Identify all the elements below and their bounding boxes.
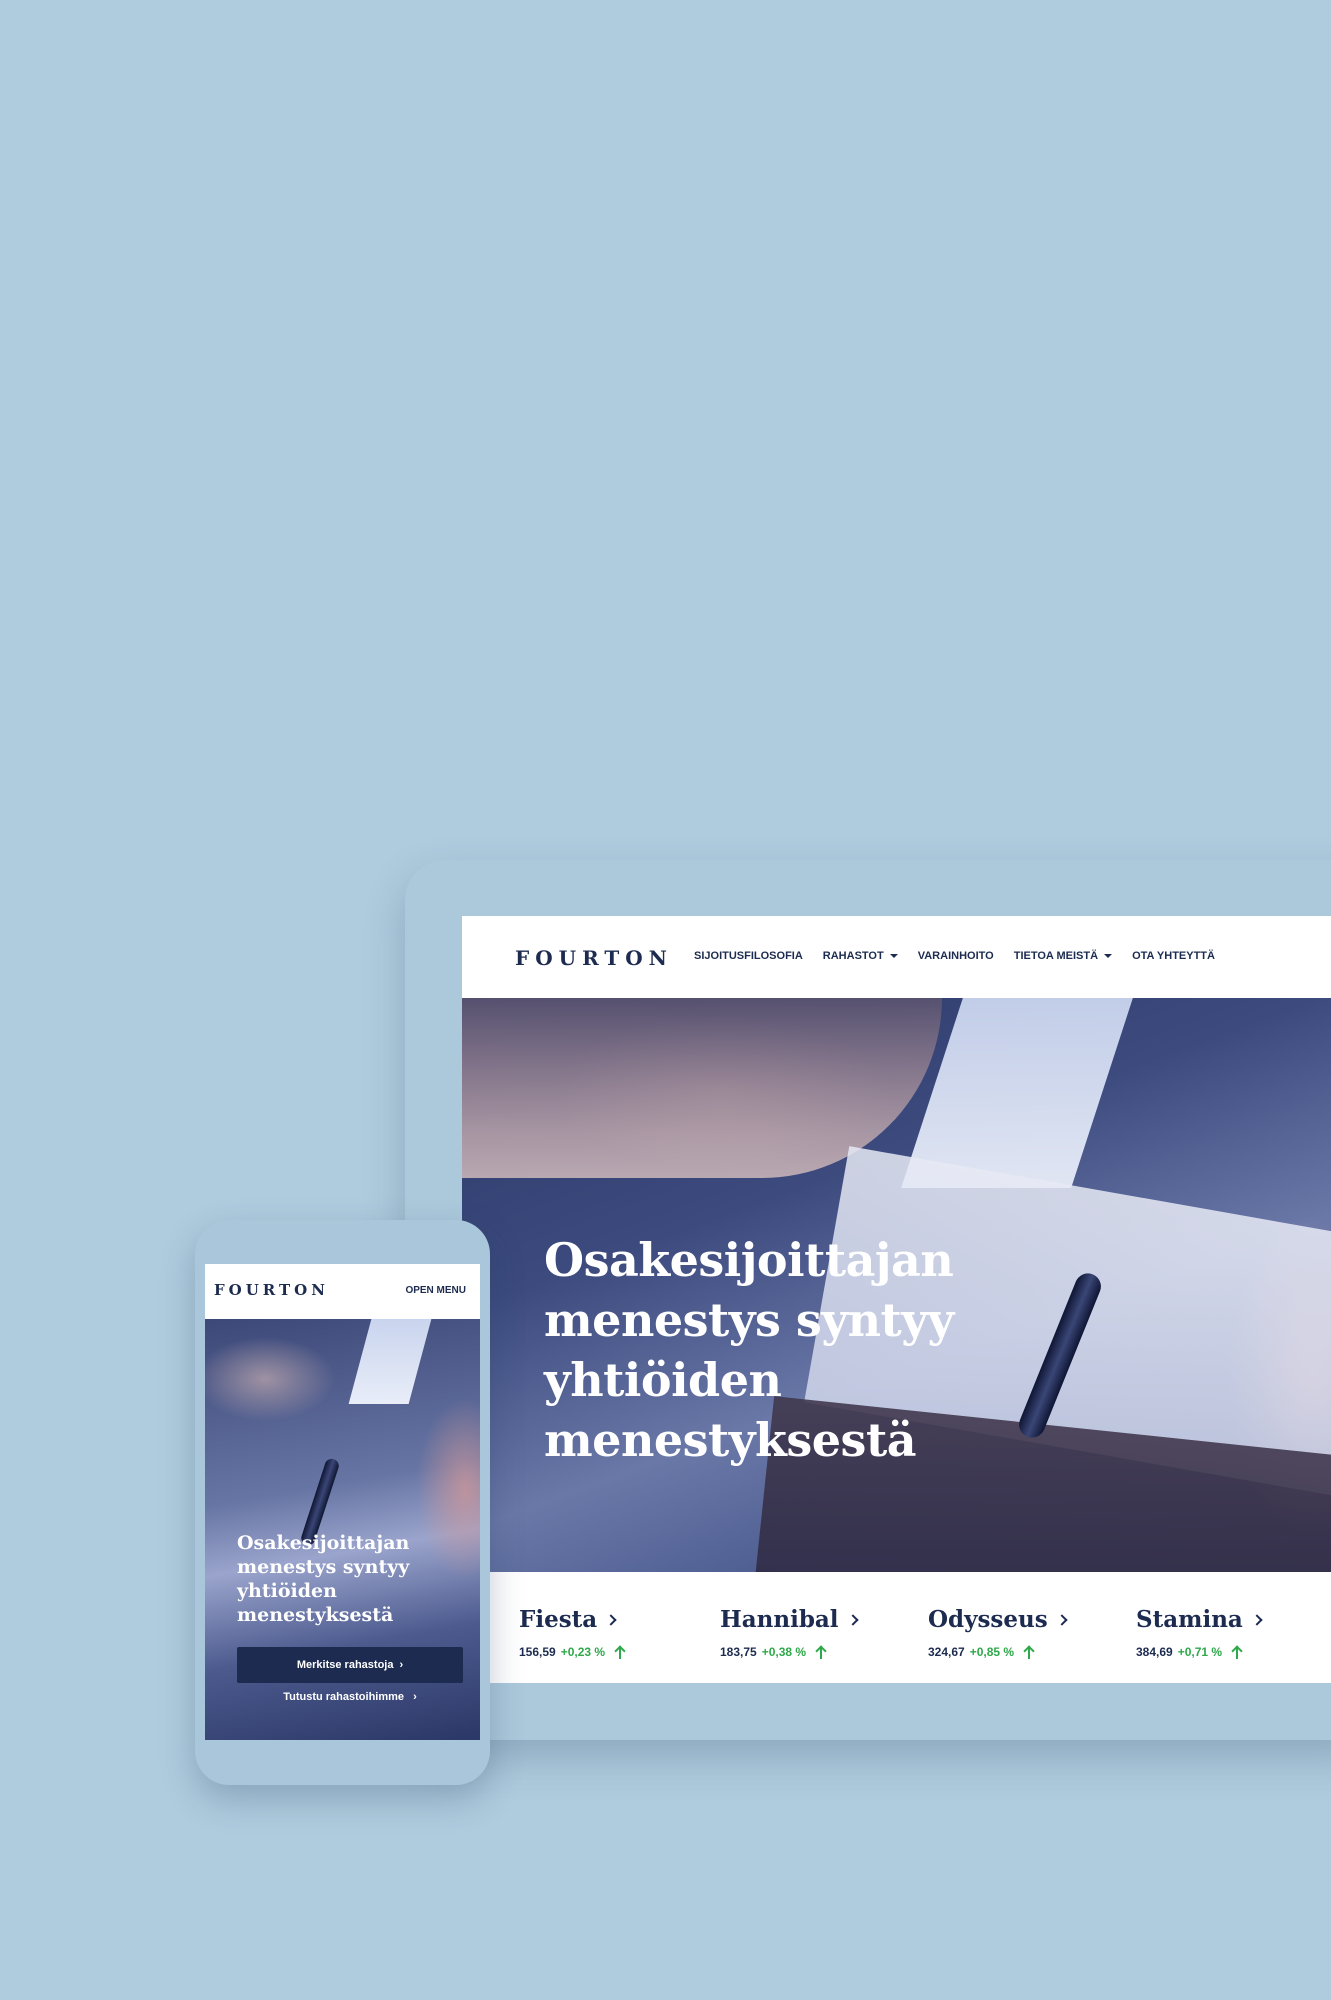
- fund-price: 183,75: [720, 1645, 757, 1659]
- fund-name-text: Fiesta: [519, 1606, 598, 1633]
- arrow-up-icon: [1023, 1645, 1035, 1659]
- chevron-right-icon: [1056, 1613, 1068, 1626]
- fund-name-text: Hannibal: [720, 1606, 839, 1633]
- mobile-logo[interactable]: FOURTON: [214, 1281, 329, 1299]
- merkitse-rahastoja-button[interactable]: Merkitse rahastoja ›: [237, 1647, 463, 1683]
- desktop-logo[interactable]: FOURTON: [515, 946, 673, 970]
- caret-down-icon: [889, 954, 898, 958]
- fund-change: +0,85 %: [969, 1645, 1015, 1659]
- nav-item-label: RAHASTOT: [822, 950, 884, 962]
- link-label: Tutustu rahastoihimme: [283, 1691, 405, 1703]
- fund-item-odysseus[interactable]: Odysseus 324,67 +0,85 %: [928, 1606, 1068, 1659]
- arrow-up-icon: [1231, 1645, 1243, 1659]
- caret-down-icon: [1104, 954, 1113, 958]
- fund-name: Odysseus: [928, 1606, 1068, 1633]
- nav-item-label: OTA YHTEYTTÄ: [1132, 950, 1215, 962]
- fund-name-text: Odysseus: [928, 1606, 1048, 1633]
- nav-item-tietoa-meista[interactable]: TIETOA MEISTÄ: [1013, 950, 1113, 962]
- arrow-up-icon: [614, 1645, 626, 1659]
- fund-item-stamina[interactable]: Stamina 384,69 +0,71 %: [1136, 1606, 1263, 1659]
- nav-item-rahastot[interactable]: RAHASTOT: [823, 950, 898, 962]
- fund-stats: 384,69 +0,71 %: [1136, 1645, 1261, 1659]
- mobile-hero-title: Osakesijoittajan menestys syntyy yhtiöid…: [237, 1532, 410, 1626]
- fund-item-hannibal[interactable]: Hannibal 183,75 +0,38 %: [720, 1606, 859, 1659]
- mobile-screen: FOURTON OPEN MENU Osakesijoittajan menes…: [205, 1264, 480, 1740]
- fund-item-fiesta[interactable]: Fiesta 156,59 +0,23 %: [519, 1606, 626, 1659]
- nav-item-varainhoito[interactable]: VARAINHOITO: [918, 950, 994, 962]
- fund-price: 324,67: [928, 1645, 965, 1659]
- fund-price: 384,69: [1136, 1645, 1173, 1659]
- fund-price: 156,59: [519, 1645, 556, 1659]
- fund-ticker: Fiesta 156,59 +0,23 % Hannibal 183,75 +0…: [462, 1572, 1331, 1683]
- fund-name: Fiesta: [519, 1606, 626, 1633]
- hero-photo-shirt-cuff: [348, 1319, 432, 1404]
- nav-item-label: TIETOA MEISTÄ: [1013, 950, 1099, 962]
- nav-item-label: VARAINHOITO: [917, 950, 994, 962]
- chevron-right-icon: [605, 1613, 617, 1626]
- nav-item-ota-yhteytta[interactable]: OTA YHTEYTTÄ: [1132, 950, 1215, 962]
- arrow-up-icon: [815, 1645, 827, 1659]
- fund-stats: 183,75 +0,38 %: [720, 1645, 857, 1659]
- desktop-header: FOURTON SIJOITUSFILOSOFIA RAHASTOT VARAI…: [462, 916, 1331, 998]
- desktop-hero-image: Osakesijoittajan menestys syntyy yhtiöid…: [462, 998, 1331, 1572]
- fund-stats: 156,59 +0,23 %: [519, 1645, 626, 1659]
- button-label: Merkitse rahastoja: [296, 1659, 394, 1671]
- open-menu-button[interactable]: OPEN MENU: [405, 1285, 466, 1296]
- nav-item-label: SIJOITUSFILOSOFIA: [694, 950, 803, 962]
- desktop-screen: FOURTON SIJOITUSFILOSOFIA RAHASTOT VARAI…: [462, 916, 1331, 1683]
- chevron-right-icon: ›: [399, 1659, 404, 1671]
- chevron-right-icon: ›: [413, 1691, 417, 1703]
- desktop-nav: SIJOITUSFILOSOFIA RAHASTOT VARAINHOITO T…: [694, 950, 1215, 962]
- fund-name: Hannibal: [720, 1606, 859, 1633]
- tutustu-rahastoihimme-link[interactable]: Tutustu rahastoihimme ›: [237, 1691, 463, 1703]
- fund-change: +0,38 %: [761, 1645, 807, 1659]
- chevron-right-icon: [1251, 1613, 1263, 1626]
- fund-name-text: Stamina: [1136, 1606, 1243, 1633]
- fund-change: +0,71 %: [1177, 1645, 1223, 1659]
- fund-name: Stamina: [1136, 1606, 1263, 1633]
- chevron-right-icon: [846, 1613, 859, 1626]
- nav-item-sijoitusfilosofia[interactable]: SIJOITUSFILOSOFIA: [694, 950, 803, 962]
- fund-change: +0,23 %: [560, 1645, 606, 1659]
- mobile-hero-image: Osakesijoittajan menestys syntyy yhtiöid…: [205, 1319, 480, 1740]
- desktop-hero-title: Osakesijoittajan menestys syntyy yhtiöid…: [544, 1233, 954, 1467]
- mobile-header: FOURTON OPEN MENU: [205, 1264, 480, 1319]
- fund-stats: 324,67 +0,85 %: [928, 1645, 1066, 1659]
